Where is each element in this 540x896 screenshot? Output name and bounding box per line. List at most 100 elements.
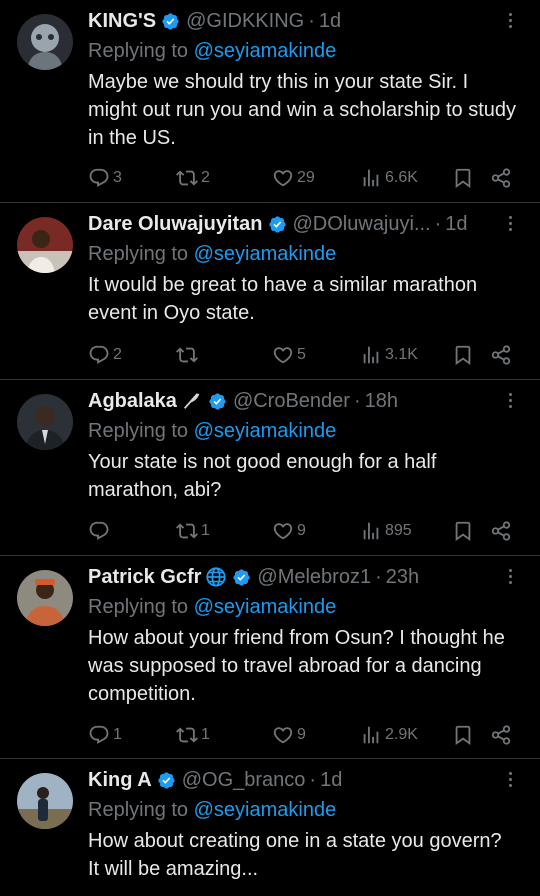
reply-count: 1 (113, 726, 122, 743)
timestamp[interactable]: 1d (320, 767, 342, 793)
repost-button[interactable]: 1 (176, 723, 210, 747)
reply-tweet[interactable]: Dare Oluwajuyitan @DOluwajuyi... · 1d Re… (0, 203, 540, 380)
replying-to: Replying to @seyiamakinde (88, 797, 336, 823)
views-icon (360, 520, 382, 542)
views-button[interactable]: 6.6K (360, 166, 418, 190)
more-options-icon[interactable] (500, 767, 520, 791)
more-options-icon[interactable] (500, 388, 520, 412)
heart-icon (272, 520, 294, 542)
reply-tweet[interactable]: KING'S @GIDKKING · 1d Replying to @seyia… (0, 0, 540, 203)
mention-link[interactable]: @seyiamakinde (194, 799, 337, 821)
like-button[interactable]: 29 (272, 166, 315, 190)
action-bar: 3 2 29 6.6K (88, 166, 520, 190)
view-count: 6.6K (385, 169, 418, 186)
like-count: 9 (297, 726, 306, 743)
view-count: 895 (385, 522, 412, 539)
like-count: 9 (297, 522, 306, 539)
replying-to-label: Replying to (88, 799, 189, 821)
timestamp[interactable]: 23h (386, 564, 419, 590)
repost-button[interactable]: 2 (176, 166, 210, 190)
mention-link[interactable]: @seyiamakinde (194, 420, 337, 442)
reply-icon (88, 724, 110, 746)
tweet-header: Dare Oluwajuyitan @DOluwajuyi... · 1d (88, 211, 500, 237)
view-count: 2.9K (385, 726, 418, 743)
avatar[interactable] (17, 773, 73, 829)
verified-badge-icon (268, 215, 287, 234)
mention-link[interactable]: @seyiamakinde (194, 243, 337, 265)
user-handle[interactable]: @CroBender (233, 388, 350, 414)
reply-button[interactable]: 1 (88, 723, 122, 747)
display-name[interactable]: Agbalaka (88, 388, 177, 414)
like-button[interactable]: 9 (272, 723, 306, 747)
timestamp[interactable]: 1d (445, 211, 467, 237)
avatar[interactable] (17, 217, 73, 273)
bookmark-button[interactable] (452, 519, 474, 543)
reply-tweet[interactable]: Agbalaka @CroBender · 18h Replying to @s… (0, 380, 540, 556)
like-count: 5 (297, 346, 306, 363)
reply-button[interactable] (88, 519, 113, 543)
views-button[interactable]: 2.9K (360, 723, 418, 747)
more-options-icon[interactable] (500, 211, 520, 235)
bookmark-button[interactable] (452, 723, 474, 747)
separator-dot: · (353, 390, 361, 412)
reply-tweet[interactable]: King A @OG_branco · 1d Replying to @seyi… (0, 759, 540, 896)
reply-count: 3 (113, 169, 122, 186)
display-name[interactable]: Patrick Gcfr (88, 564, 201, 590)
like-count: 29 (297, 169, 315, 186)
timestamp[interactable]: 1d (319, 8, 341, 34)
action-bar: 1 1 9 2.9K (88, 723, 520, 747)
share-icon (490, 520, 512, 542)
like-button[interactable]: 9 (272, 519, 306, 543)
share-button[interactable] (490, 343, 512, 367)
repost-icon (176, 520, 198, 542)
user-handle[interactable]: @GIDKKING (186, 8, 304, 34)
tweet-text: Your state is not good enough for a half… (88, 451, 437, 501)
replying-to: Replying to @seyiamakinde (88, 594, 336, 620)
mention-link[interactable]: @seyiamakinde (194, 40, 337, 62)
bookmark-button[interactable] (452, 166, 474, 190)
user-handle[interactable]: @OG_branco (182, 767, 306, 793)
reply-icon (88, 167, 110, 189)
tweet-header: Patrick Gcfr @Melebroz1 · 23h (88, 564, 500, 590)
avatar[interactable] (17, 394, 73, 450)
views-button[interactable]: 895 (360, 519, 412, 543)
repost-button[interactable] (176, 343, 201, 367)
like-button[interactable]: 5 (272, 343, 306, 367)
repost-icon (176, 167, 198, 189)
globe-emoji-icon (206, 567, 227, 587)
user-handle[interactable]: @DOluwajuyi... (293, 211, 431, 237)
display-name[interactable]: Dare Oluwajuyitan (88, 211, 263, 237)
user-handle[interactable]: @Melebroz1 (257, 564, 371, 590)
repost-count: 2 (201, 169, 210, 186)
tweet-text: How about your friend from Osun? I thoug… (88, 627, 505, 705)
repost-button[interactable]: 1 (176, 519, 210, 543)
share-button[interactable] (490, 723, 512, 747)
heart-icon (272, 724, 294, 746)
repost-count: 1 (201, 726, 210, 743)
share-button[interactable] (490, 519, 512, 543)
more-options-icon[interactable] (500, 8, 520, 32)
share-icon (490, 724, 512, 746)
more-options-icon[interactable] (500, 564, 520, 588)
views-icon (360, 724, 382, 746)
views-button[interactable]: 3.1K (360, 343, 418, 367)
separator-dot: · (309, 769, 317, 791)
share-icon (490, 344, 512, 366)
timestamp[interactable]: 18h (365, 388, 398, 414)
bookmark-button[interactable] (452, 343, 474, 367)
reply-button[interactable]: 3 (88, 166, 122, 190)
views-icon (360, 167, 382, 189)
share-button[interactable] (490, 166, 512, 190)
reply-tweet[interactable]: Patrick Gcfr @Melebroz1 · 23h Replying t… (0, 556, 540, 759)
mention-link[interactable]: @seyiamakinde (194, 596, 337, 618)
avatar[interactable] (17, 14, 73, 70)
reply-button[interactable]: 2 (88, 343, 122, 367)
display-name[interactable]: King A (88, 767, 152, 793)
views-icon (360, 344, 382, 366)
separator-dot: · (434, 213, 442, 235)
bookmark-icon (452, 344, 474, 366)
display-name[interactable]: KING'S (88, 8, 156, 34)
avatar[interactable] (17, 570, 73, 626)
action-bar: 2 5 3.1K (88, 343, 520, 367)
separator-dot: · (375, 566, 382, 588)
